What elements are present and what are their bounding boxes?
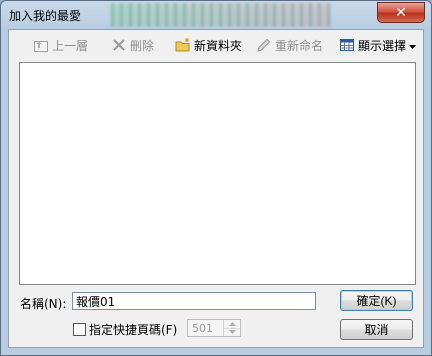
dialog-window: 加入我的最愛 ✕ 上一層 刪除 新資料夾 重新命名 顯示選擇 名稱(N): 報價… bbox=[0, 0, 432, 356]
new-folder-label: 新資料夾 bbox=[194, 38, 243, 53]
ok-button[interactable]: 確定(K) bbox=[340, 290, 413, 311]
titlebar-background bbox=[111, 3, 331, 27]
shortcut-page-label: 指定快捷頁碼(F) bbox=[89, 323, 178, 337]
name-input[interactable] bbox=[72, 292, 316, 310]
close-icon: ✕ bbox=[395, 4, 407, 21]
up-level-button[interactable]: 上一層 bbox=[33, 36, 88, 54]
delete-label: 刪除 bbox=[130, 38, 155, 53]
name-label: 名稱(N): bbox=[20, 297, 67, 311]
shortcut-page-checkbox[interactable] bbox=[73, 323, 86, 336]
close-button[interactable]: ✕ bbox=[377, 2, 425, 23]
view-select-label: 顯示選擇 bbox=[358, 38, 407, 53]
toolbar: 上一層 刪除 新資料夾 重新命名 顯示選擇 bbox=[9, 30, 423, 58]
shortcut-page-spinner[interactable]: 501 bbox=[187, 319, 241, 337]
delete-button[interactable]: 刪除 bbox=[111, 36, 154, 54]
rename-label: 重新命名 bbox=[275, 38, 324, 53]
window-title: 加入我的最愛 bbox=[9, 9, 82, 23]
view-select-dropdown[interactable]: 顯示選擇 bbox=[339, 36, 417, 54]
rename-button[interactable]: 重新命名 bbox=[256, 36, 323, 54]
spinner-arrows bbox=[223, 320, 240, 336]
new-folder-button[interactable]: 新資料夾 bbox=[175, 36, 242, 54]
spin-down-arrow-icon[interactable] bbox=[224, 328, 240, 336]
favorites-folder-list[interactable] bbox=[19, 62, 416, 285]
dialog-client-area: 上一層 刪除 新資料夾 重新命名 顯示選擇 名稱(N): 報價01 確定(K) … bbox=[8, 29, 424, 348]
new-folder-icon bbox=[175, 37, 191, 53]
folder-up-icon bbox=[33, 37, 49, 53]
up-level-label: 上一層 bbox=[52, 38, 89, 53]
shortcut-page-value: 501 bbox=[192, 322, 213, 335]
dropdown-arrow-icon bbox=[409, 38, 417, 52]
delete-x-icon bbox=[111, 37, 127, 53]
cancel-button[interactable]: 取消 bbox=[340, 319, 413, 340]
rename-pencil-icon bbox=[256, 37, 272, 53]
view-grid-icon bbox=[339, 37, 355, 53]
